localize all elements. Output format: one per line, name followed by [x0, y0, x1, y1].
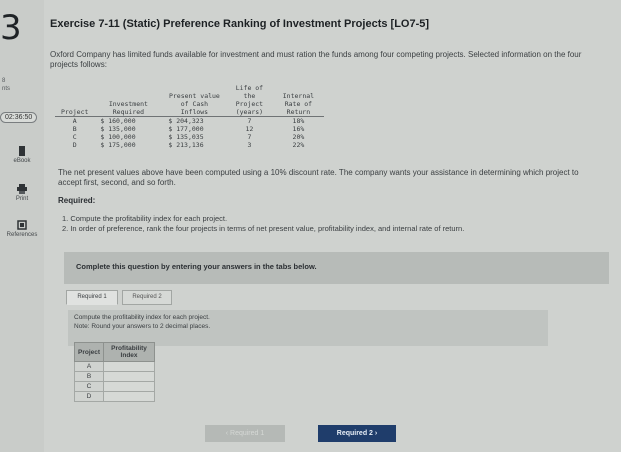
pi-input[interactable]	[103, 371, 156, 382]
pi-input[interactable]	[103, 361, 156, 372]
pv-cell: $ 135,035	[168, 133, 204, 141]
print-label: Print	[15, 196, 29, 202]
instruction-banner: Complete this question by entering your …	[64, 252, 609, 284]
investment-cell: $ 160,000	[100, 117, 136, 125]
points-label: 8	[2, 78, 6, 84]
points-sub-label: nts	[2, 86, 11, 92]
project-cell: C	[72, 133, 77, 141]
timer: 02:36:50	[0, 112, 38, 123]
next-button[interactable]: Required 2 ›	[318, 425, 396, 442]
exercise-title: Exercise 7-11 (Static) Preference Rankin…	[50, 18, 430, 30]
table-row: A $ 160,000 $ 204,323 7 18%	[55, 117, 324, 126]
references-button[interactable]: References	[4, 220, 40, 238]
col-investment-header: Investment Required	[94, 84, 163, 117]
required-heading: Required:	[58, 196, 96, 205]
project-data-table: Project Investment Required Present valu…	[55, 84, 325, 149]
previous-button[interactable]: ‹ Required 1	[205, 425, 285, 442]
table-row: C $ 100,000 $ 135,035 7 20%	[55, 133, 324, 141]
question-prompt: Compute the profitability index for each…	[68, 310, 548, 346]
col-project-header: Project	[55, 84, 95, 117]
banner-text: Complete this question by entering your …	[76, 262, 317, 271]
irr-cell: 22%	[292, 141, 305, 149]
investment-cell: $ 175,000	[100, 141, 136, 149]
tab-required-2[interactable]: Required 2	[122, 290, 172, 305]
prompt-line-1: Compute the profitability index for each…	[74, 314, 210, 321]
investment-cell: $ 100,000	[100, 133, 136, 141]
life-cell: 12	[245, 125, 254, 133]
project-cell: D	[72, 141, 77, 149]
question-number: 3	[0, 8, 22, 48]
npv-note: The net present values above have been c…	[58, 168, 579, 187]
table-row: A	[73, 361, 156, 372]
profitability-index-table: Project Profitability Index A B C D	[73, 342, 156, 402]
life-cell: 7	[247, 117, 252, 125]
ebook-icon	[19, 146, 25, 156]
tab-required-1[interactable]: Required 1	[66, 290, 118, 305]
col-pv-header: Present value of Cash Inflows	[162, 84, 227, 117]
project-cell: A	[72, 117, 77, 125]
requirement-item: 1. Compute the profitability index for e…	[62, 214, 228, 223]
table-row: B	[73, 371, 156, 382]
references-icon	[17, 220, 27, 230]
investment-cell: $ 135,000	[100, 125, 136, 133]
life-cell: 7	[247, 133, 252, 141]
pi-col-project-header: Project	[73, 342, 105, 362]
requirement-item: 2. In order of preference, rank the four…	[62, 224, 465, 233]
table-row: D $ 175,000 $ 213,136 3 22%	[55, 141, 324, 149]
ebook-button[interactable]: eBook	[4, 146, 40, 164]
pv-cell: $ 213,136	[168, 141, 204, 149]
pi-project-cell: C	[73, 381, 105, 392]
prompt-line-2: Note: Round your answers to 2 decimal pl…	[74, 323, 211, 330]
col-irr-header: Internal Rate of Return	[272, 84, 325, 117]
pi-project-cell: A	[73, 361, 105, 372]
pv-cell: $ 177,000	[168, 125, 204, 133]
pi-col-index-header: Profitability Index	[103, 342, 156, 362]
pi-project-cell: D	[73, 391, 105, 402]
irr-cell: 16%	[292, 125, 305, 133]
table-row: B $ 135,000 $ 177,000 12 16%	[55, 125, 324, 133]
irr-cell: 18%	[292, 117, 305, 125]
pi-input[interactable]	[103, 381, 156, 392]
project-cell: B	[72, 125, 77, 133]
printer-icon	[17, 184, 27, 194]
ebook-label: eBook	[13, 158, 31, 164]
requirements-list: 1. Compute the profitability index for e…	[62, 214, 464, 234]
col-life-header: Life of the Project (years)	[226, 84, 273, 117]
irr-cell: 20%	[292, 133, 305, 141]
references-label: References	[6, 232, 38, 238]
table-row: C	[73, 381, 156, 392]
pi-input[interactable]	[103, 391, 156, 402]
life-cell: 3	[247, 141, 252, 149]
pi-project-cell: B	[73, 371, 105, 382]
pv-cell: $ 204,323	[168, 117, 204, 125]
print-button[interactable]: Print	[4, 184, 40, 202]
table-row: D	[73, 391, 156, 402]
intro-text: Oxford Company has limited funds availab…	[50, 50, 582, 69]
